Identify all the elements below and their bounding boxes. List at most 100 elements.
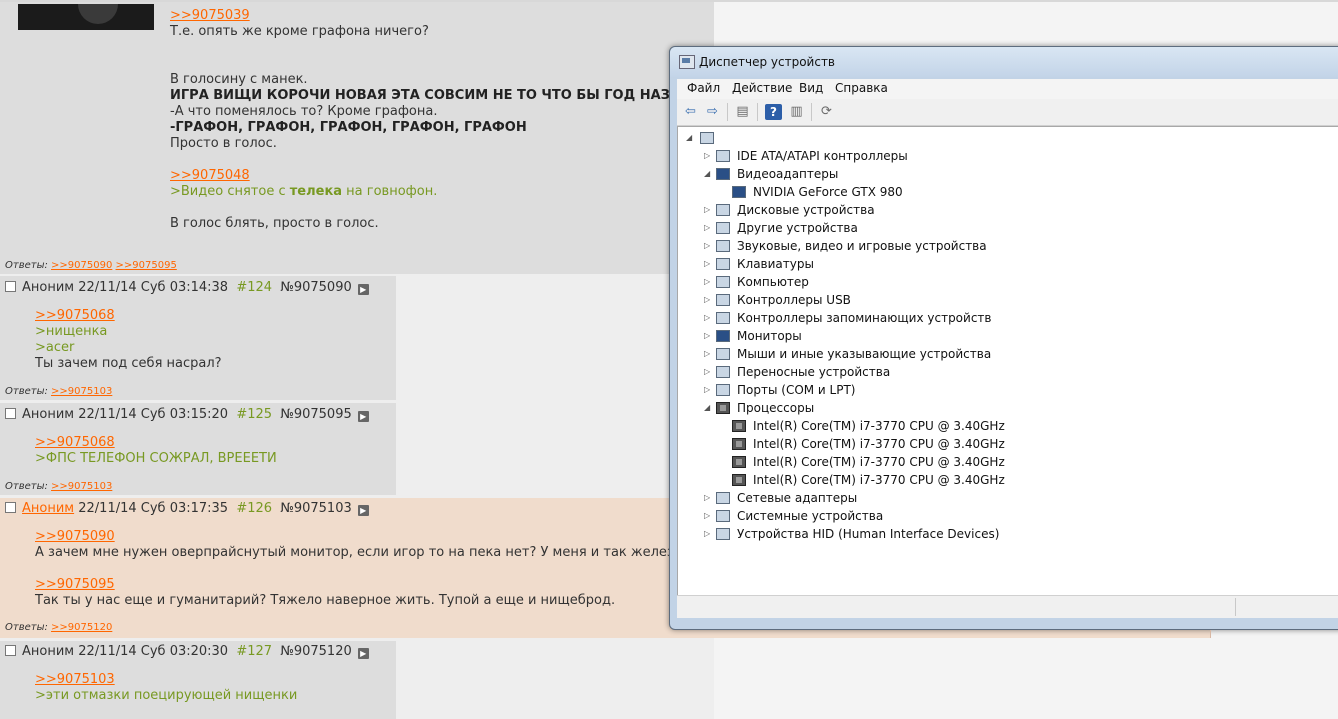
post-thumbnail-image[interactable] bbox=[18, 4, 154, 30]
post-9075120: Аноним 22/11/14 Суб 03:20:30 #127 №90751… bbox=[0, 641, 396, 719]
post-checkbox[interactable] bbox=[5, 502, 16, 513]
expand-arrow-icon[interactable]: ▷ bbox=[704, 205, 710, 214]
scan-hardware-icon[interactable]: ⟳ bbox=[818, 104, 835, 120]
reply-link[interactable]: >>9075090 bbox=[35, 529, 115, 544]
expand-arrow-icon[interactable]: ▷ bbox=[704, 529, 710, 538]
properties-icon[interactable]: ▤ bbox=[734, 104, 751, 120]
post-number[interactable]: #127 bbox=[236, 644, 272, 659]
post-text-line: В голосину с манек. bbox=[170, 72, 308, 87]
reply-link[interactable]: >>9075068 bbox=[35, 435, 115, 450]
post-date: 22/11/14 Суб 03:17:35 bbox=[78, 501, 229, 516]
view-icon[interactable]: ▥ bbox=[788, 104, 805, 120]
expand-arrow-icon[interactable]: ▷ bbox=[704, 493, 710, 502]
post-text-line: Так ты у нас еще и гуманитарий? Тяжело н… bbox=[35, 593, 616, 608]
network-adapter-icon bbox=[716, 492, 730, 504]
expand-arrow-icon[interactable]: ▷ bbox=[704, 385, 710, 394]
post-9075090: Аноним 22/11/14 Суб 03:14:38 #124 №90750… bbox=[0, 276, 396, 400]
quote-text: на говнофон. bbox=[342, 184, 438, 199]
reply-link[interactable]: >>9075068 bbox=[35, 308, 115, 323]
expand-menu-icon[interactable]: ▶ bbox=[357, 284, 369, 295]
reply-link[interactable]: >>9075103 bbox=[51, 481, 112, 492]
portable-device-icon bbox=[716, 366, 730, 378]
collapse-arrow-icon[interactable]: ◢ bbox=[704, 403, 710, 412]
collapse-arrow-icon[interactable]: ◢ bbox=[704, 169, 710, 178]
reply-link[interactable]: >>9075039 bbox=[170, 8, 250, 23]
expand-arrow-icon[interactable]: ▷ bbox=[704, 223, 710, 232]
device-manager-window[interactable]: Диспетчер устройств Файл Действие Вид Сп… bbox=[669, 46, 1338, 630]
monitor-icon bbox=[716, 330, 730, 342]
processor-icon bbox=[732, 474, 746, 486]
menu-action[interactable]: Действие bbox=[732, 81, 792, 95]
post-id[interactable]: №9075090 bbox=[280, 280, 351, 295]
processor-icon bbox=[732, 456, 746, 468]
post-date: 22/11/14 Суб 03:14:38 bbox=[78, 280, 229, 295]
post-text-line: Ты зачем под себя насрал? bbox=[35, 356, 222, 371]
processor-icon bbox=[716, 402, 730, 414]
reply-link[interactable]: >>9075103 bbox=[35, 672, 115, 687]
reply-link[interactable]: >>9075103 bbox=[51, 386, 112, 397]
reply-link[interactable]: >>9075048 bbox=[170, 168, 250, 183]
usb-icon bbox=[716, 294, 730, 306]
tree-node-label: Другие устройства bbox=[737, 221, 858, 235]
post-number[interactable]: #126 bbox=[236, 501, 272, 516]
post-id[interactable]: №9075103 bbox=[280, 501, 351, 516]
menu-bar: Файл Действие Вид Справка bbox=[677, 79, 1338, 99]
menu-view[interactable]: Вид bbox=[799, 81, 823, 95]
tree-node-label: Переносные устройства bbox=[737, 365, 891, 379]
expand-arrow-icon[interactable]: ▷ bbox=[704, 151, 710, 160]
post-9075068: >>9075039 Т.е. опять же кроме графона ни… bbox=[0, 2, 714, 274]
processor-icon bbox=[732, 438, 746, 450]
tree-node-label: NVIDIA GeForce GTX 980 bbox=[753, 185, 903, 199]
post-id[interactable]: №9075095 bbox=[280, 407, 351, 422]
back-arrow-icon[interactable]: ⇦ bbox=[682, 104, 699, 120]
expand-arrow-icon[interactable]: ▷ bbox=[704, 295, 710, 304]
post-bold-line: -ГРАФОН, ГРАФОН, ГРАФОН, ГРАФОН, ГРАФОН bbox=[170, 120, 527, 135]
post-text-line: Просто в голос. bbox=[170, 136, 277, 151]
menu-help[interactable]: Справка bbox=[835, 81, 888, 95]
reply-link[interactable]: >>9075095 bbox=[116, 260, 177, 271]
mouse-icon bbox=[716, 348, 730, 360]
reply-link[interactable]: >>9075095 bbox=[35, 577, 115, 592]
expand-menu-icon[interactable]: ▶ bbox=[357, 411, 369, 422]
forward-arrow-icon[interactable]: ⇨ bbox=[704, 104, 721, 120]
post-checkbox[interactable] bbox=[5, 645, 16, 656]
post-id[interactable]: №9075120 bbox=[280, 644, 351, 659]
reply-link[interactable]: >>9075090 bbox=[51, 260, 112, 271]
tree-node-label: Устройства HID (Human Interface Devices) bbox=[737, 527, 1000, 541]
computer-icon bbox=[700, 132, 714, 144]
expand-menu-icon[interactable]: ▶ bbox=[357, 505, 369, 516]
system-device-icon bbox=[716, 510, 730, 522]
expand-arrow-icon[interactable]: ▷ bbox=[704, 511, 710, 520]
post-number[interactable]: #125 bbox=[236, 407, 272, 422]
expand-arrow-icon[interactable]: ▷ bbox=[704, 313, 710, 322]
menu-file[interactable]: Файл bbox=[687, 81, 720, 95]
tree-node-label: Системные устройства bbox=[737, 509, 884, 523]
background-edge bbox=[1210, 630, 1211, 638]
reply-link[interactable]: >>9075120 bbox=[51, 622, 112, 633]
processor-icon bbox=[732, 420, 746, 432]
replies-label: Ответы: bbox=[5, 386, 48, 397]
post-checkbox[interactable] bbox=[5, 408, 16, 419]
tree-node-label: Порты (COM и LPT) bbox=[737, 383, 856, 397]
tree-node-label: Контроллеры USB bbox=[737, 293, 851, 307]
device-manager-icon bbox=[679, 55, 695, 69]
post-number[interactable]: #124 bbox=[236, 280, 272, 295]
help-icon[interactable]: ? bbox=[765, 104, 782, 120]
expand-arrow-icon[interactable]: ▷ bbox=[704, 259, 710, 268]
ide-controller-icon bbox=[716, 150, 730, 162]
window-titlebar[interactable]: Диспетчер устройств bbox=[670, 47, 1338, 77]
port-icon bbox=[716, 384, 730, 396]
replies-label: Ответы: bbox=[5, 622, 48, 633]
expand-menu-icon[interactable]: ▶ bbox=[357, 648, 369, 659]
post-checkbox[interactable] bbox=[5, 281, 16, 292]
device-tree[interactable]: ◢ ▷ IDE ATA/ATAPI контроллеры ◢ Видеоадапте… bbox=[677, 126, 1338, 596]
replies-label: Ответы: bbox=[5, 260, 48, 271]
expand-arrow-icon[interactable]: ▷ bbox=[704, 349, 710, 358]
expand-arrow-icon[interactable]: ▷ bbox=[704, 331, 710, 340]
expand-arrow-icon[interactable]: ▷ bbox=[704, 367, 710, 376]
expand-arrow-icon[interactable]: ▷ bbox=[704, 241, 710, 250]
keyboard-icon bbox=[716, 258, 730, 270]
expand-arrow-icon[interactable]: ▷ bbox=[704, 277, 710, 286]
collapse-arrow-icon[interactable]: ◢ bbox=[686, 133, 692, 142]
poster-name[interactable]: Аноним bbox=[22, 501, 74, 516]
